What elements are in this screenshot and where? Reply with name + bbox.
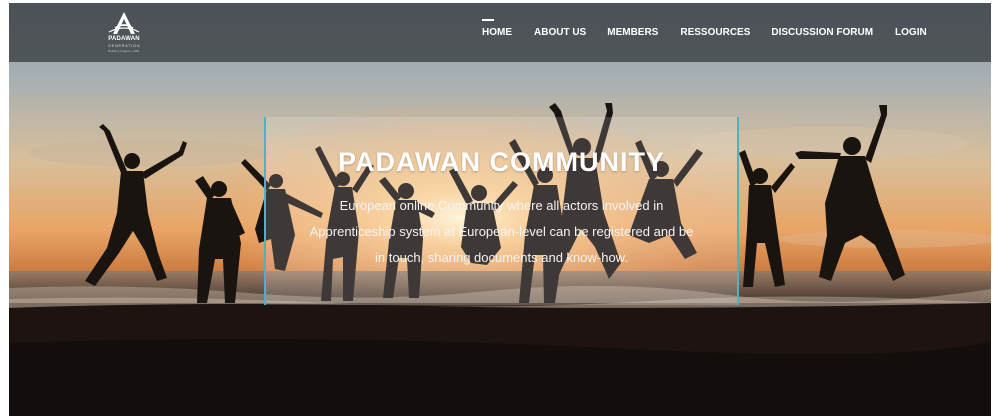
nav-item-about-us[interactable]: ABOUT US [534, 25, 586, 41]
main-menu: HOME ABOUT US MEMBERS RESSOURCES DISCUSS… [482, 19, 927, 41]
site-logo[interactable]: PADAWAN GENERATION Building bridges in W… [101, 10, 147, 58]
page: PADAWAN GENERATION Building bridges in W… [0, 0, 995, 416]
nav-item-home[interactable]: HOME [482, 19, 512, 41]
hero-description: European online Community where all acto… [309, 198, 694, 265]
brand-subname: GENERATION [107, 43, 141, 48]
nav-item-login[interactable]: LOGIN [895, 25, 927, 41]
hero-section: PADAWAN GENERATION Building bridges in W… [9, 3, 991, 416]
padawan-logo-icon [108, 12, 140, 34]
brand-name: PADAWAN [108, 36, 140, 42]
nav-item-members[interactable]: MEMBERS [607, 25, 658, 41]
nav-item-discussion-forum[interactable]: DISCUSSION FORUM [771, 25, 873, 41]
hero-panel: PADAWAN COMMUNITY European online Commun… [264, 117, 739, 305]
top-navbar: PADAWAN GENERATION Building bridges in W… [9, 3, 991, 62]
brand-tagline: Building bridges in WBL [108, 49, 140, 53]
nav-item-ressources[interactable]: RESSOURCES [680, 25, 750, 41]
hero-title: PADAWAN COMMUNITY [338, 147, 665, 177]
